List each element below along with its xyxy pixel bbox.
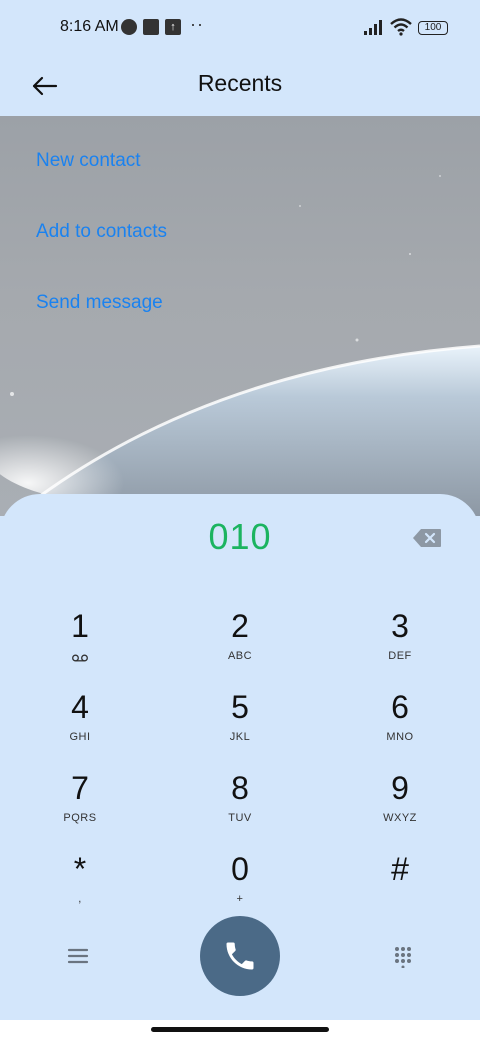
notification-app-icon xyxy=(121,19,137,35)
earth-horizon-image xyxy=(0,175,480,516)
menu-icon[interactable] xyxy=(66,946,90,966)
key-7[interactable]: 7 PQRS xyxy=(10,770,150,846)
battery-icon: 100 xyxy=(418,21,448,35)
key-digit: # xyxy=(391,851,409,887)
key-letters: , xyxy=(78,893,82,905)
key-letters: TUV xyxy=(228,812,252,824)
more-notifications-icon: ·· xyxy=(190,14,204,34)
key-letters: GHI xyxy=(69,731,91,743)
voicemail-icon xyxy=(72,654,88,662)
status-time: 8:16 AM xyxy=(60,18,119,35)
key-digit: 5 xyxy=(231,689,249,725)
key-digit: 2 xyxy=(231,608,249,644)
key-digit: 4 xyxy=(71,689,89,725)
key-letters: + xyxy=(236,893,244,905)
key-letters: DEF xyxy=(388,650,412,662)
add-to-contacts-link[interactable]: Add to contacts xyxy=(36,221,167,243)
app-header: Recents xyxy=(0,56,480,116)
key-hash[interactable]: # xyxy=(330,851,470,927)
key-digit: 1 xyxy=(71,608,89,644)
upload-icon: ↑ xyxy=(165,19,181,35)
key-9[interactable]: 9 WXYZ xyxy=(330,770,470,846)
dialpad-grid-icon[interactable] xyxy=(392,946,414,968)
notification-square-icon xyxy=(143,19,159,35)
key-letters: JKL xyxy=(229,731,251,743)
key-digit: * xyxy=(73,851,87,887)
key-4[interactable]: 4 GHI xyxy=(10,689,150,765)
home-indicator[interactable] xyxy=(151,1027,329,1032)
key-8[interactable]: 8 TUV xyxy=(170,770,310,846)
backspace-icon[interactable] xyxy=(412,528,442,548)
key-6[interactable]: 6 MNO xyxy=(330,689,470,765)
key-star[interactable]: * , xyxy=(10,851,150,927)
key-digit: 8 xyxy=(231,770,249,806)
wallpaper-area: New contact Add to contacts Send message xyxy=(0,116,480,516)
key-letters: MNO xyxy=(386,731,414,743)
key-digit: 7 xyxy=(71,770,89,806)
new-contact-link[interactable]: New contact xyxy=(36,150,141,172)
key-letters: ABC xyxy=(227,650,253,662)
send-message-link[interactable]: Send message xyxy=(36,292,163,314)
key-1[interactable]: 1 xyxy=(10,608,150,684)
call-button[interactable] xyxy=(200,916,280,996)
wifi-icon xyxy=(390,18,412,36)
signal-icon xyxy=(364,20,382,35)
key-digit: 6 xyxy=(391,689,409,725)
key-digit: 9 xyxy=(391,770,409,806)
key-3[interactable]: 3 DEF xyxy=(330,608,470,684)
dialpad-panel: 010 1 2 ABC 3 DEF 4 GHI 5 JKL 6 MNO 7 PQ… xyxy=(0,494,480,1020)
phone-icon xyxy=(226,942,254,970)
status-bar: 8:16 AM ↑ ·· 100 xyxy=(0,0,480,56)
key-digit: 3 xyxy=(391,608,409,644)
navigation-area xyxy=(0,1020,480,1040)
key-2[interactable]: 2 ABC xyxy=(170,608,310,684)
key-letters: PQRS xyxy=(63,812,97,824)
page-title: Recents xyxy=(197,70,283,96)
key-5[interactable]: 5 JKL xyxy=(170,689,310,765)
key-digit: 0 xyxy=(231,851,249,887)
dialed-number: 010 xyxy=(208,516,272,557)
key-letters: WXYZ xyxy=(383,812,417,824)
